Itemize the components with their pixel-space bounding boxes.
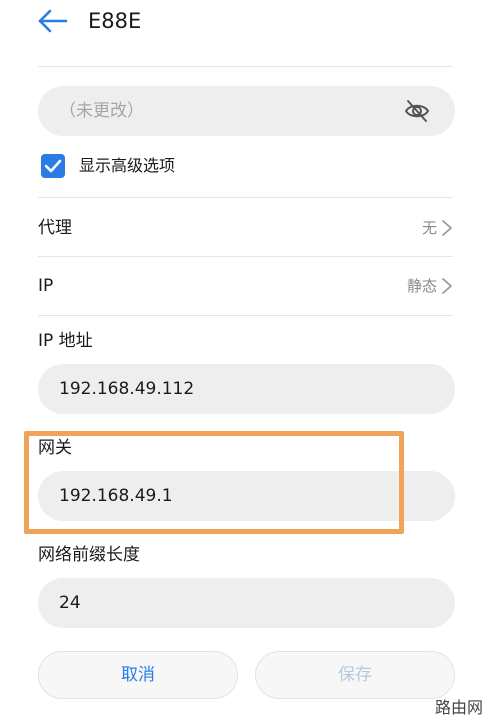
watermark: 路由网	[434, 698, 483, 717]
divider	[38, 315, 453, 316]
ip-address-label: IP 地址	[38, 331, 93, 351]
save-button[interactable]: 保存	[255, 651, 455, 699]
header-bar: E88E	[0, 0, 489, 44]
ip-mode-label: IP	[38, 276, 54, 296]
chevron-right-icon	[442, 278, 452, 294]
divider	[38, 66, 453, 67]
advanced-options-label: 显示高级选项	[79, 156, 176, 175]
password-placeholder: （未更改）	[59, 101, 144, 121]
advanced-options-checkbox[interactable]	[41, 154, 65, 178]
ip-address-field[interactable]: 192.168.49.112	[38, 364, 455, 414]
checkmark-icon	[44, 159, 62, 173]
prefix-length-value: 24	[59, 593, 81, 613]
prefix-length-field[interactable]: 24	[38, 578, 455, 628]
divider	[38, 256, 453, 257]
divider	[38, 197, 453, 198]
ip-mode-value: 静态	[406, 277, 437, 295]
back-button[interactable]	[36, 6, 70, 36]
ip-address-value: 192.168.49.112	[59, 379, 195, 399]
eye-off-icon[interactable]	[403, 97, 431, 125]
page-title: E88E	[88, 9, 142, 33]
back-arrow-icon	[38, 9, 68, 33]
proxy-value: 无	[421, 219, 437, 237]
prefix-length-label: 网络前缀长度	[38, 545, 140, 565]
gateway-highlight-frame	[24, 431, 404, 534]
proxy-label: 代理	[38, 218, 72, 238]
cancel-button[interactable]: 取消	[38, 651, 238, 699]
password-field[interactable]: （未更改）	[38, 86, 455, 136]
chevron-right-icon	[442, 220, 452, 236]
